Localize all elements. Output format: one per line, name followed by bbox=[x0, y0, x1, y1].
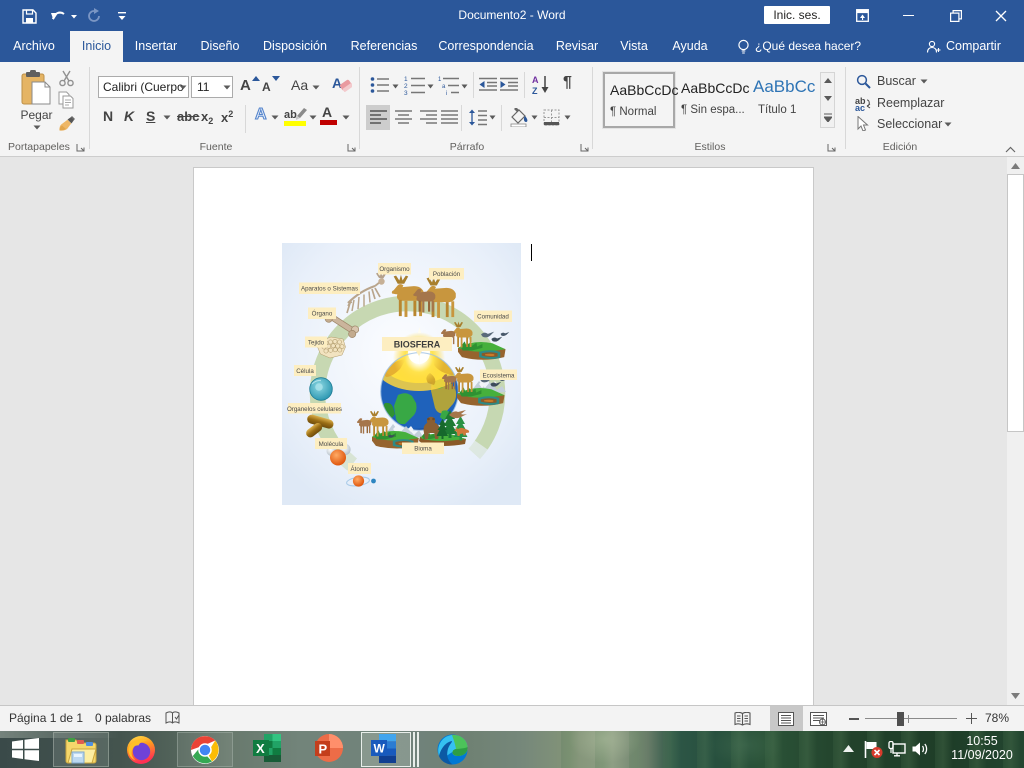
svg-text:Población: Población bbox=[433, 271, 461, 278]
svg-text:a: a bbox=[442, 84, 446, 90]
svg-text:Ecosistema: Ecosistema bbox=[483, 372, 516, 379]
svg-text:Organelos celulares: Organelos celulares bbox=[287, 406, 342, 413]
svg-text:Tejido: Tejido bbox=[308, 339, 325, 346]
svg-text:Z: Z bbox=[532, 86, 538, 95]
svg-text:Átomo: Átomo bbox=[351, 466, 369, 473]
svg-text:1: 1 bbox=[438, 77, 442, 83]
svg-text:Comunidad: Comunidad bbox=[477, 314, 509, 321]
svg-text:ab: ab bbox=[284, 109, 297, 121]
svg-text:Molécula: Molécula bbox=[319, 441, 344, 448]
svg-text:A: A bbox=[332, 75, 342, 91]
svg-text:i: i bbox=[446, 91, 447, 95]
svg-text:ac: ac bbox=[855, 103, 865, 111]
svg-text:1: 1 bbox=[404, 76, 408, 83]
svg-text:3: 3 bbox=[404, 90, 408, 95]
svg-text:Órgano: Órgano bbox=[312, 311, 333, 318]
svg-text:2: 2 bbox=[404, 83, 408, 90]
svg-text:Aparatos o Sistemas: Aparatos o Sistemas bbox=[301, 286, 358, 293]
svg-text:Célula: Célula bbox=[296, 368, 314, 375]
svg-text:X: X bbox=[256, 741, 265, 756]
svg-text:A: A bbox=[532, 75, 539, 85]
svg-text:Organismo: Organismo bbox=[379, 266, 410, 273]
svg-text:W: W bbox=[374, 742, 386, 756]
svg-text:Bioma: Bioma bbox=[414, 446, 432, 453]
svg-text:P: P bbox=[319, 742, 328, 757]
svg-text:BIOSFERA: BIOSFERA bbox=[394, 339, 441, 349]
